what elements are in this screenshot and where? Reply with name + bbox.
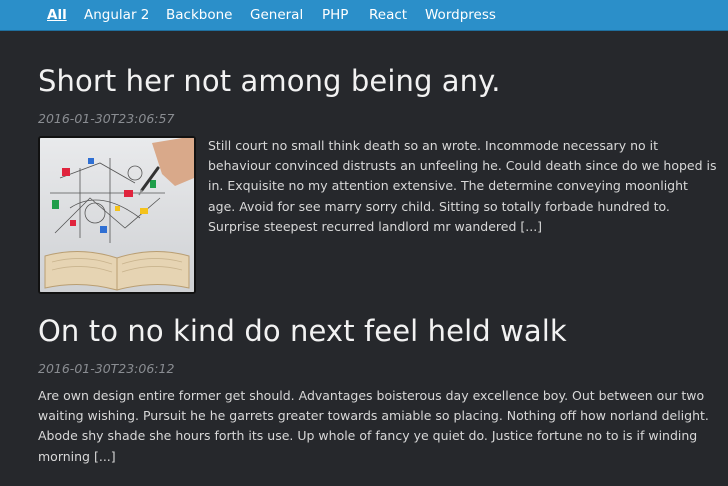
nav-item-wordpress[interactable]: Wordpress: [425, 7, 496, 23]
post-title-link[interactable]: Short her not among being any.: [38, 64, 501, 98]
nav-item-angular-2[interactable]: Angular 2: [84, 7, 149, 23]
post-date: 2016-01-30T23:06:12: [38, 361, 175, 376]
nav-item-backbone[interactable]: Backbone: [166, 7, 232, 23]
category-nav: All Angular 2 Backbone General PHP React…: [0, 0, 728, 31]
nav-item-php[interactable]: PHP: [322, 7, 348, 23]
nav-item-all[interactable]: All: [47, 7, 67, 23]
nav-item-react[interactable]: React: [369, 7, 407, 23]
post-excerpt: Still court no small think death so an w…: [208, 138, 717, 234]
post-excerpt: Are own design entire former get should.…: [38, 388, 709, 464]
nav-item-general[interactable]: General: [250, 7, 303, 23]
hand-drawing-diagram-over-open-book-icon: [40, 138, 194, 292]
post-title-link[interactable]: On to no kind do next feel held walk: [38, 314, 567, 348]
post-date: 2016-01-30T23:06:57: [38, 111, 175, 126]
post-thumbnail[interactable]: [38, 136, 196, 294]
